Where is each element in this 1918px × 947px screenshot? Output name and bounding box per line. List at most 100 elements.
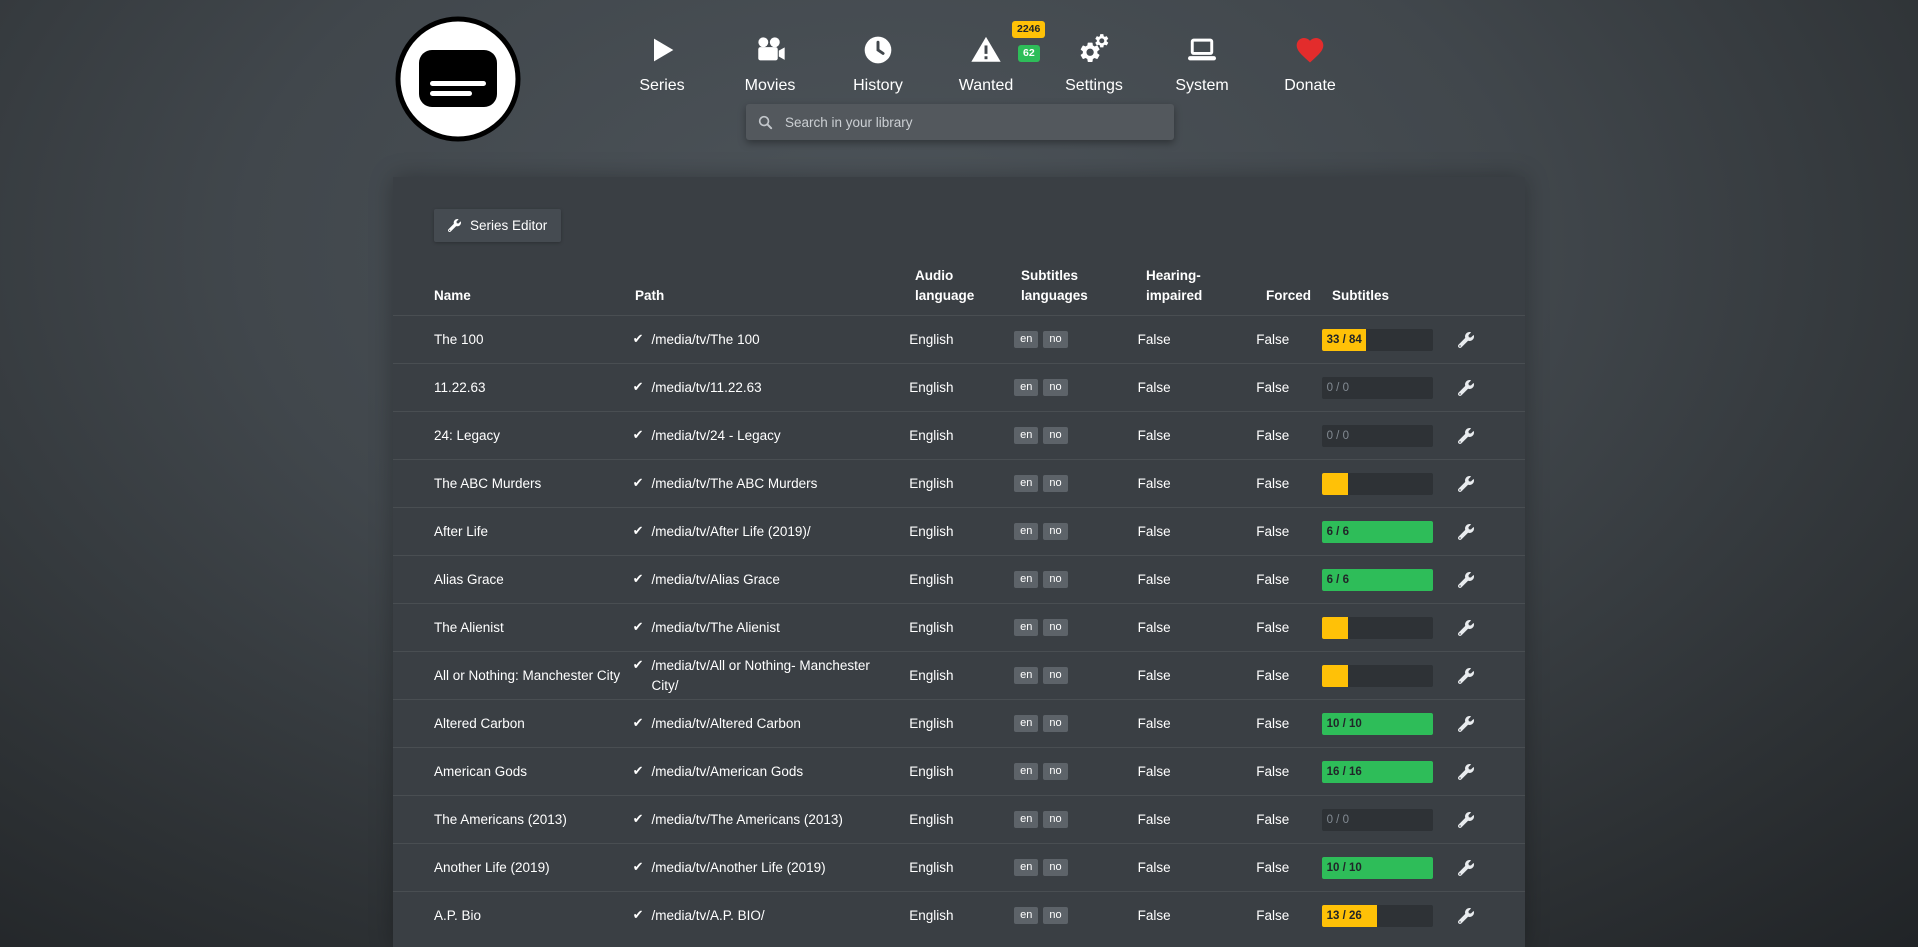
language-chip: no [1043,667,1067,684]
row-actions [1458,428,1484,444]
nav-label: Series [639,77,684,95]
nav-item-settings[interactable]: Settings [1040,34,1148,95]
series-name[interactable]: The Alienist [434,618,633,638]
wrench-icon[interactable] [1458,860,1474,876]
app-logo[interactable] [393,14,523,144]
series-name[interactable]: Another Life (2019) [434,858,633,878]
subtitles-languages: enno [1014,523,1138,540]
series-name[interactable]: The 100 [434,330,633,350]
column-header-hearing-impaired: Hearing-impaired [1146,266,1266,305]
wrench-icon[interactable] [1458,428,1474,444]
subtitles-cell: 0 / 0 [1322,377,1458,399]
subtitles-languages: enno [1014,475,1138,492]
series-path: ✔/media/tv/All or Nothing- Manchester Ci… [633,656,910,695]
wanted-badge-top: 2246 [1012,21,1045,38]
series-path: ✔/media/tv/Another Life (2019) [633,858,910,878]
column-header-subtitles-languages: Subtitles languages [1021,266,1146,305]
hearing-impaired-value: False [1138,762,1257,782]
subtitles-cell: 6 / 6 [1322,521,1458,543]
series-name[interactable]: The Americans (2013) [434,810,633,830]
check-icon: ✔ [633,570,644,589]
wrench-icon[interactable] [1458,476,1474,492]
language-chip: en [1014,715,1038,732]
search-input[interactable] [783,114,1163,131]
progress-bar: 33 / 84 [1322,329,1433,351]
progress-bar: 0 / 0 [1322,425,1433,447]
row-actions [1458,380,1484,396]
progress-bar: 6 / 6 [1322,569,1433,591]
heart-icon [1294,34,1326,72]
series-name[interactable]: A.P. Bio [434,906,633,926]
series-name[interactable]: The ABC Murders [434,474,633,494]
wrench-icon[interactable] [1458,908,1474,924]
subtitles-languages: enno [1014,379,1138,396]
audio-language: English [909,618,1014,638]
check-icon: ✔ [633,762,644,781]
language-chip: en [1014,523,1038,540]
nav-item-donate[interactable]: Donate [1256,34,1364,95]
subtitles-cell [1322,665,1458,687]
wrench-icon[interactable] [1458,764,1474,780]
wrench-icon[interactable] [1458,620,1474,636]
subtitles-languages: enno [1014,715,1138,732]
movie-camera-icon [754,34,786,72]
series-name[interactable]: Altered Carbon [434,714,633,734]
series-name[interactable]: 24: Legacy [434,426,633,446]
table-row: Alias Grace ✔/media/tv/Alias Grace Engli… [393,555,1525,603]
progress-fill [1322,473,1349,495]
progress-label: 10 / 10 [1327,857,1362,879]
series-name[interactable]: 11.22.63 [434,378,633,398]
subtitles-cell: 16 / 16 [1322,761,1458,783]
wrench-icon[interactable] [1458,332,1474,348]
forced-value: False [1256,378,1321,398]
path-text: /media/tv/Alias Grace [652,570,780,590]
series-path: ✔/media/tv/American Gods [633,762,910,782]
forced-value: False [1256,714,1321,734]
page: Series Movies History 2246 62 Wanted Set… [0,0,1918,947]
audio-language: English [909,522,1014,542]
wrench-icon[interactable] [1458,716,1474,732]
series-name[interactable]: After Life [434,522,633,542]
language-chip: no [1043,811,1067,828]
wrench-icon[interactable] [1458,572,1474,588]
nav-item-wanted[interactable]: 2246 62 Wanted [932,34,1040,95]
language-chip: en [1014,667,1038,684]
path-text: /media/tv/The Alienist [652,618,780,638]
nav-item-history[interactable]: History [824,34,932,95]
wrench-icon[interactable] [1458,524,1474,540]
table-row: The ABC Murders ✔/media/tv/The ABC Murde… [393,459,1525,507]
play-icon [646,34,678,72]
nav-item-series[interactable]: Series [608,34,716,95]
search-icon [757,114,774,131]
warning-icon [970,34,1002,72]
forced-value: False [1256,522,1321,542]
subtitles-cell: 10 / 10 [1322,713,1458,735]
audio-language: English [909,906,1014,926]
series-name[interactable]: American Gods [434,762,633,782]
language-chip: no [1043,331,1067,348]
nav-item-system[interactable]: System [1148,34,1256,95]
row-actions [1458,620,1484,636]
wrench-icon[interactable] [1458,380,1474,396]
clock-icon [862,34,894,72]
language-chip: en [1014,619,1038,636]
progress-bar: 13 / 26 [1322,905,1433,927]
audio-language: English [909,858,1014,878]
wrench-icon[interactable] [1458,668,1474,684]
subtitles-cell: 6 / 6 [1322,569,1458,591]
table-row: The Americans (2013) ✔/media/tv/The Amer… [393,795,1525,843]
row-actions [1458,764,1484,780]
nav-label: Settings [1065,77,1123,95]
series-name[interactable]: Alias Grace [434,570,633,590]
audio-language: English [909,810,1014,830]
series-name[interactable]: All or Nothing: Manchester City [434,666,633,686]
series-editor-button[interactable]: Series Editor [434,209,561,242]
nav-item-movies[interactable]: Movies [716,34,824,95]
language-chip: en [1014,475,1038,492]
series-editor-label: Series Editor [470,218,547,233]
audio-language: English [909,762,1014,782]
language-chip: no [1043,379,1067,396]
wrench-icon[interactable] [1458,812,1474,828]
progress-label: 0 / 0 [1327,377,1349,399]
check-icon: ✔ [633,474,644,493]
